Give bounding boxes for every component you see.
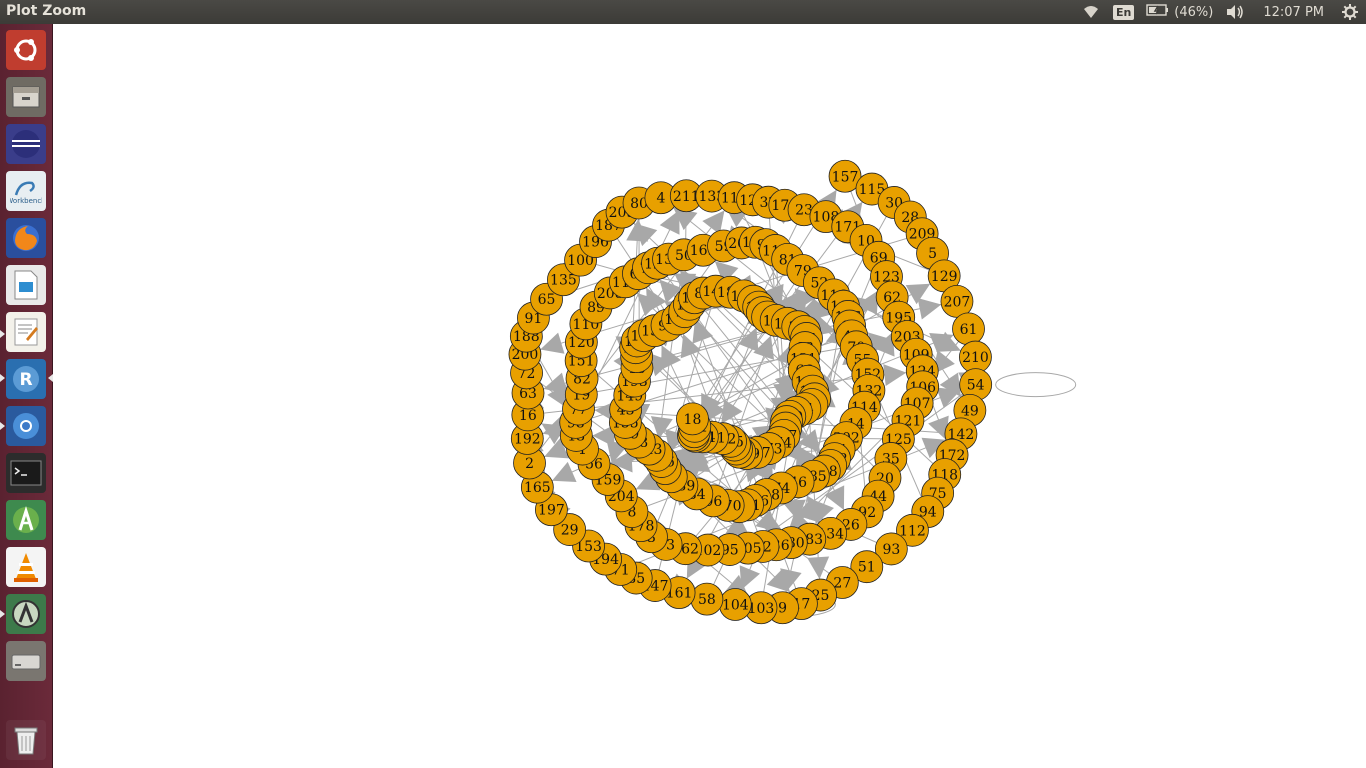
node-label: 27	[833, 575, 851, 591]
volume-icon[interactable]	[1225, 4, 1245, 20]
graph-node: 61	[952, 312, 985, 346]
mysql-workbench-icon[interactable]: Workbench	[6, 171, 46, 211]
battery-icon	[1146, 3, 1170, 21]
running-pip	[0, 422, 5, 430]
software-updater-icon[interactable]	[6, 594, 46, 634]
graph-node: 104	[718, 588, 752, 621]
wifi-icon[interactable]	[1081, 4, 1101, 20]
drive-icon[interactable]	[6, 641, 46, 681]
graph-node: 18	[676, 402, 709, 436]
clock[interactable]: 12:07 PM	[1263, 5, 1324, 20]
node-label: 29	[561, 523, 579, 539]
self-loop	[995, 372, 1077, 398]
node-label: 192	[514, 432, 541, 448]
battery-percentage: (46%)	[1174, 4, 1214, 20]
node-label: 16	[519, 408, 537, 424]
node-label: 2	[525, 456, 534, 472]
files-icon[interactable]	[6, 77, 46, 117]
rstudio-label: R	[19, 370, 32, 390]
node-label: 197	[538, 503, 565, 519]
libreoffice-impress-icon[interactable]	[6, 265, 46, 305]
top-panel: Plot Zoom En (46%) 12:07 PM	[0, 0, 1366, 24]
node-label: 4	[656, 191, 665, 207]
battery-indicator[interactable]: (46%)	[1146, 3, 1213, 21]
node-label: 104	[722, 598, 749, 614]
keyboard-layout-label: En	[1112, 4, 1135, 20]
node-label: 65	[538, 292, 556, 308]
ubuntu-dash-icon[interactable]	[6, 30, 46, 70]
node-label: 51	[858, 560, 876, 576]
edge-arrowhead	[807, 556, 830, 580]
node-label: 210	[962, 350, 989, 366]
firefox-icon[interactable]	[6, 218, 46, 258]
node-label: 135	[550, 273, 577, 289]
node-label: 49	[961, 403, 979, 419]
node-layer: 1571153028209512920761210544914217211875…	[508, 159, 993, 625]
edge-arrowhead	[721, 399, 743, 424]
running-pip	[0, 610, 5, 618]
node-label: 54	[967, 378, 985, 394]
node-label: 61	[960, 322, 978, 338]
node-label: 129	[931, 269, 958, 285]
node-label: 93	[882, 542, 900, 558]
running-pip	[0, 374, 5, 382]
edge-arrowhead	[917, 297, 942, 320]
unity-launcher: Workbench R	[0, 24, 53, 768]
node-label: 58	[698, 592, 716, 608]
indicator-area: En (46%) 12:07 PM	[1075, 0, 1366, 24]
vlc-icon[interactable]	[6, 547, 46, 587]
node-label: 157	[832, 169, 859, 185]
text-editor-icon[interactable]	[6, 312, 46, 352]
trash-icon[interactable]	[6, 720, 46, 760]
edge-arrowhead	[540, 332, 565, 354]
node-label: 112	[899, 523, 926, 539]
eclipse-icon[interactable]	[6, 124, 46, 164]
edge-arrowhead	[883, 364, 907, 386]
terminal-icon[interactable]	[6, 453, 46, 493]
node-label: 18	[684, 412, 702, 428]
node-label: 9	[778, 601, 787, 617]
session-gear-icon[interactable]	[1342, 4, 1358, 20]
node-label: 207	[944, 294, 971, 310]
android-studio-icon[interactable]	[6, 500, 46, 540]
chromium-icon[interactable]	[6, 406, 46, 446]
window-title: Plot Zoom	[6, 3, 87, 19]
node-label: 165	[524, 480, 551, 496]
keyboard-layout-indicator[interactable]: En	[1112, 4, 1135, 20]
edge-arrowhead	[543, 372, 568, 394]
network-plot: 1571153028209512920761210544914217211875…	[508, 159, 1077, 625]
running-pip	[0, 330, 5, 338]
graph-node: 58	[690, 582, 724, 616]
rstudio-icon[interactable]: R	[6, 359, 46, 399]
node-label: 5	[928, 246, 937, 262]
workbench-label: Workbench	[10, 197, 42, 205]
